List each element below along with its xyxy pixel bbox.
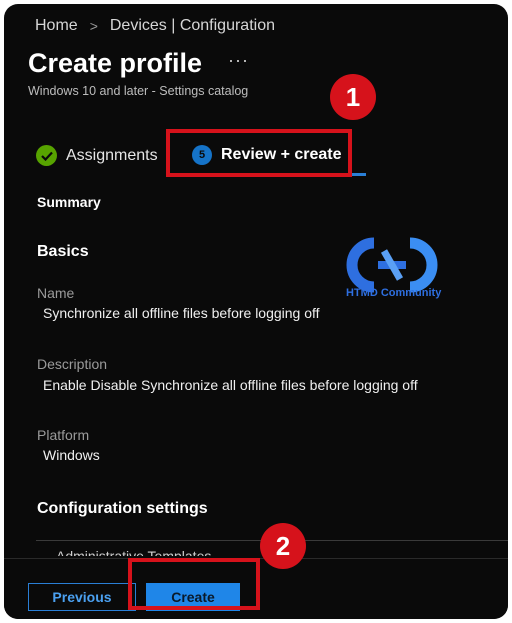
app-window: Home > Devices | Configuration Create pr… <box>4 4 508 619</box>
basics-heading: Basics <box>37 243 89 260</box>
tab-assignments-label: Assignments <box>66 146 158 164</box>
breadcrumb-devices-configuration[interactable]: Devices | Configuration <box>110 17 275 35</box>
summary-heading: Summary <box>37 194 101 210</box>
configuration-settings-heading: Configuration settings <box>37 500 208 517</box>
name-label: Name <box>37 285 75 301</box>
annotation-highlight-create-button <box>128 558 260 610</box>
description-label: Description <box>37 356 108 372</box>
platform-value: Windows <box>43 447 100 463</box>
more-options-icon[interactable]: ··· <box>228 50 249 71</box>
page-subtitle: Windows 10 and later - Settings catalog <box>28 84 249 98</box>
breadcrumb-home[interactable]: Home <box>35 17 78 35</box>
description-value: Enable Disable Synchronize all offline f… <box>43 377 418 393</box>
annotation-marker-1: 1 <box>330 74 376 120</box>
config-item-partial: Administrative Templates <box>56 550 211 556</box>
tab-assignments[interactable]: Assignments <box>36 145 158 166</box>
check-icon <box>36 145 57 166</box>
breadcrumb: Home > Devices | Configuration <box>35 17 275 35</box>
platform-label: Platform <box>37 427 90 443</box>
chevron-right-icon: > <box>89 18 98 34</box>
annotation-highlight-review-tab <box>166 129 352 177</box>
page-title: Create profile <box>28 48 203 78</box>
watermark-text: HTMD Community <box>346 287 442 299</box>
annotation-marker-2: 2 <box>260 523 306 569</box>
name-value: Synchronize all offline files before log… <box>43 305 320 321</box>
previous-button[interactable]: Previous <box>28 583 136 611</box>
